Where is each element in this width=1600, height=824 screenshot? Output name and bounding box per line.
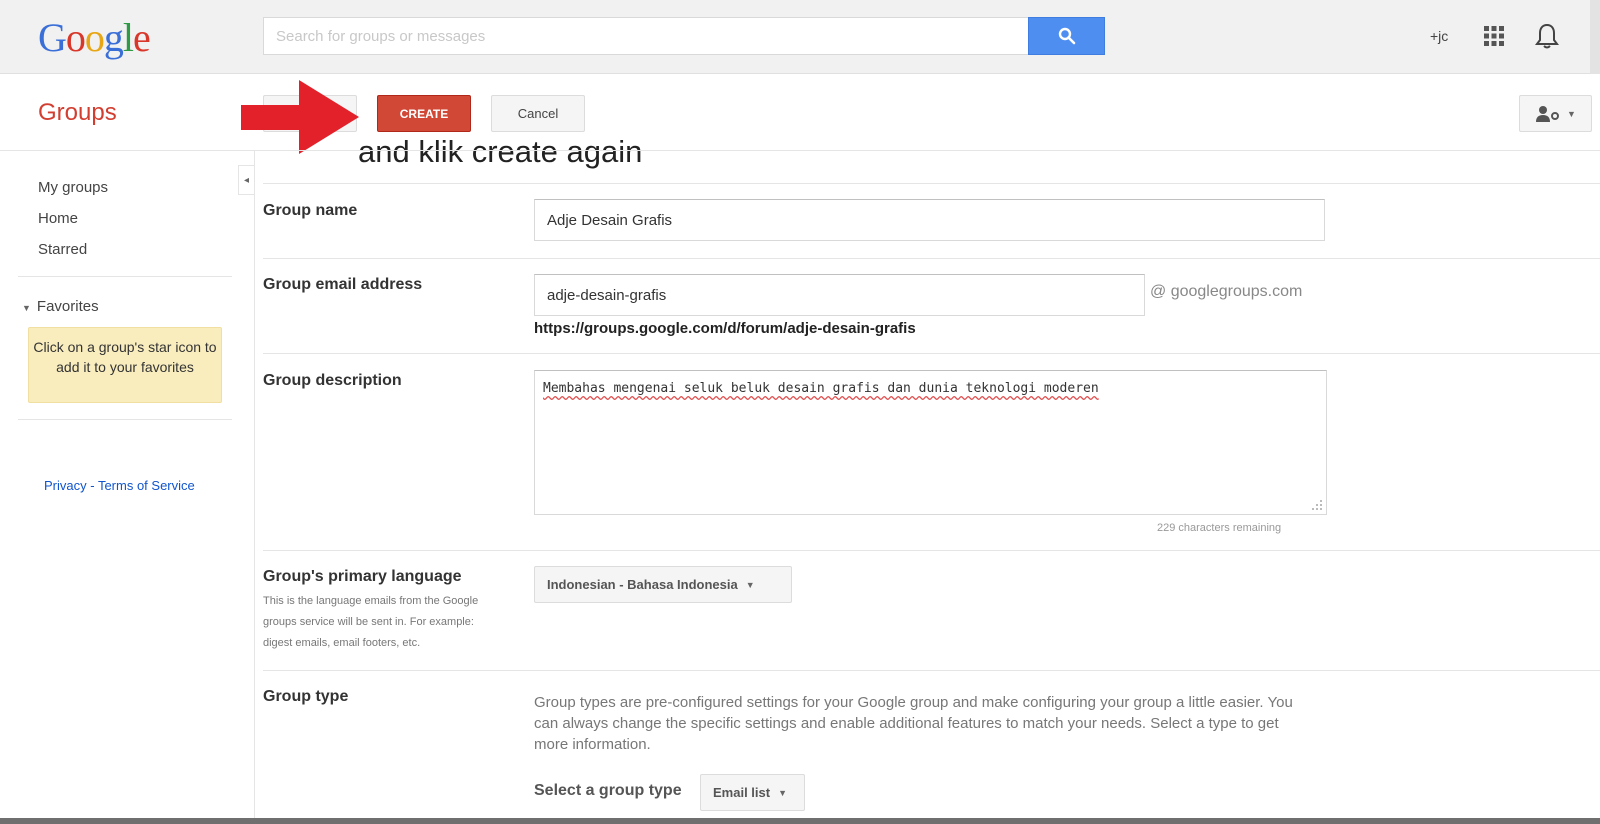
group-email-input[interactable] <box>534 274 1145 316</box>
group-name-input[interactable] <box>534 199 1325 241</box>
sidebar-item-my-groups[interactable]: My groups <box>38 179 108 196</box>
app-title[interactable]: Groups <box>38 99 117 127</box>
description-text: Membahas mengenai seluk beluk desain gra… <box>543 381 1099 396</box>
google-logo[interactable]: Google <box>38 14 151 61</box>
group-email-label: Group email address <box>263 276 423 293</box>
group-description-textarea[interactable]: Membahas mengenai seluk beluk desain gra… <box>534 370 1327 515</box>
account-menu-button[interactable]: ▼ <box>1519 95 1592 132</box>
group-url: https://groups.google.com/d/forum/adje-d… <box>534 320 916 337</box>
form-top-divider <box>263 183 1600 184</box>
group-type-value: Email list <box>713 785 771 800</box>
characters-remaining: 229 characters remaining <box>1157 522 1282 534</box>
email-domain-suffix: @ googlegroups.com <box>1150 283 1303 300</box>
sidebar-divider <box>254 150 255 824</box>
sidebar-item-starred[interactable]: Starred <box>38 241 87 258</box>
resize-grip-icon[interactable] <box>1311 499 1323 511</box>
sidebar-divider-1 <box>18 276 232 277</box>
search-input[interactable] <box>263 17 1028 55</box>
cancel-button[interactable]: Cancel <box>491 95 585 132</box>
footer-links: Privacy - Terms of Service <box>44 478 195 493</box>
search-button[interactable] <box>1028 17 1105 55</box>
profile-link[interactable]: +jc <box>1430 28 1448 44</box>
bell-icon[interactable] <box>1534 22 1560 50</box>
window-scrollbar[interactable] <box>1590 0 1600 74</box>
logo-letter: o <box>65 15 86 60</box>
group-type-dropdown[interactable]: Email list ▼ <box>700 774 805 811</box>
language-dropdown[interactable]: Indonesian - Bahasa Indonesia ▼ <box>534 566 792 603</box>
annotation-arrow <box>241 80 359 154</box>
group-description-label: Group description <box>263 372 402 389</box>
chevron-down-icon: ▼ <box>778 787 787 798</box>
apps-grid-icon[interactable] <box>1482 24 1506 48</box>
form-divider-4 <box>263 670 1600 671</box>
form-divider-3 <box>263 550 1600 551</box>
chevron-down-icon: ▼ <box>1567 108 1576 119</box>
favorites-hint: Click on a group's star icon to add it t… <box>28 327 222 403</box>
footer-separator: - <box>86 478 98 493</box>
logo-letter: e <box>133 15 151 60</box>
logo-letter: g <box>103 15 124 60</box>
sidebar-divider-2 <box>18 419 232 420</box>
group-name-label: Group name <box>263 202 358 219</box>
logo-letter: o <box>84 15 105 60</box>
logo-letter: G <box>38 15 67 60</box>
window-bottom-edge <box>0 818 1600 824</box>
search-icon <box>1058 27 1075 45</box>
toolbar-divider <box>0 150 1600 151</box>
create-button[interactable]: CREATE <box>377 95 471 132</box>
form-divider-1 <box>263 258 1600 259</box>
terms-link[interactable]: Terms of Service <box>98 478 195 493</box>
primary-language-label: Group's primary language <box>263 568 462 585</box>
logo-letter: l <box>122 15 134 60</box>
chevron-down-icon: ▼ <box>745 579 755 590</box>
person-settings-icon <box>1536 105 1560 122</box>
language-value: Indonesian - Bahasa Indonesia <box>547 577 738 592</box>
privacy-link[interactable]: Privacy <box>44 478 87 493</box>
primary-language-help: This is the language emails from the Goo… <box>263 595 479 649</box>
annotation-text: and klik create again <box>358 134 643 169</box>
select-group-type-label: Select a group type <box>534 782 682 799</box>
sidebar-item-home[interactable]: Home <box>38 210 78 227</box>
favorites-label: Favorites <box>36 298 99 315</box>
group-type-description: Group types are pre-configured settings … <box>534 694 1293 753</box>
group-type-label: Group type <box>263 688 349 705</box>
triangle-down-icon: ▼ <box>22 303 31 313</box>
favorites-toggle[interactable]: ▼ Favorites <box>22 298 99 315</box>
collapse-sidebar-button[interactable]: ◂ <box>238 165 254 195</box>
form-divider-2 <box>263 353 1600 354</box>
